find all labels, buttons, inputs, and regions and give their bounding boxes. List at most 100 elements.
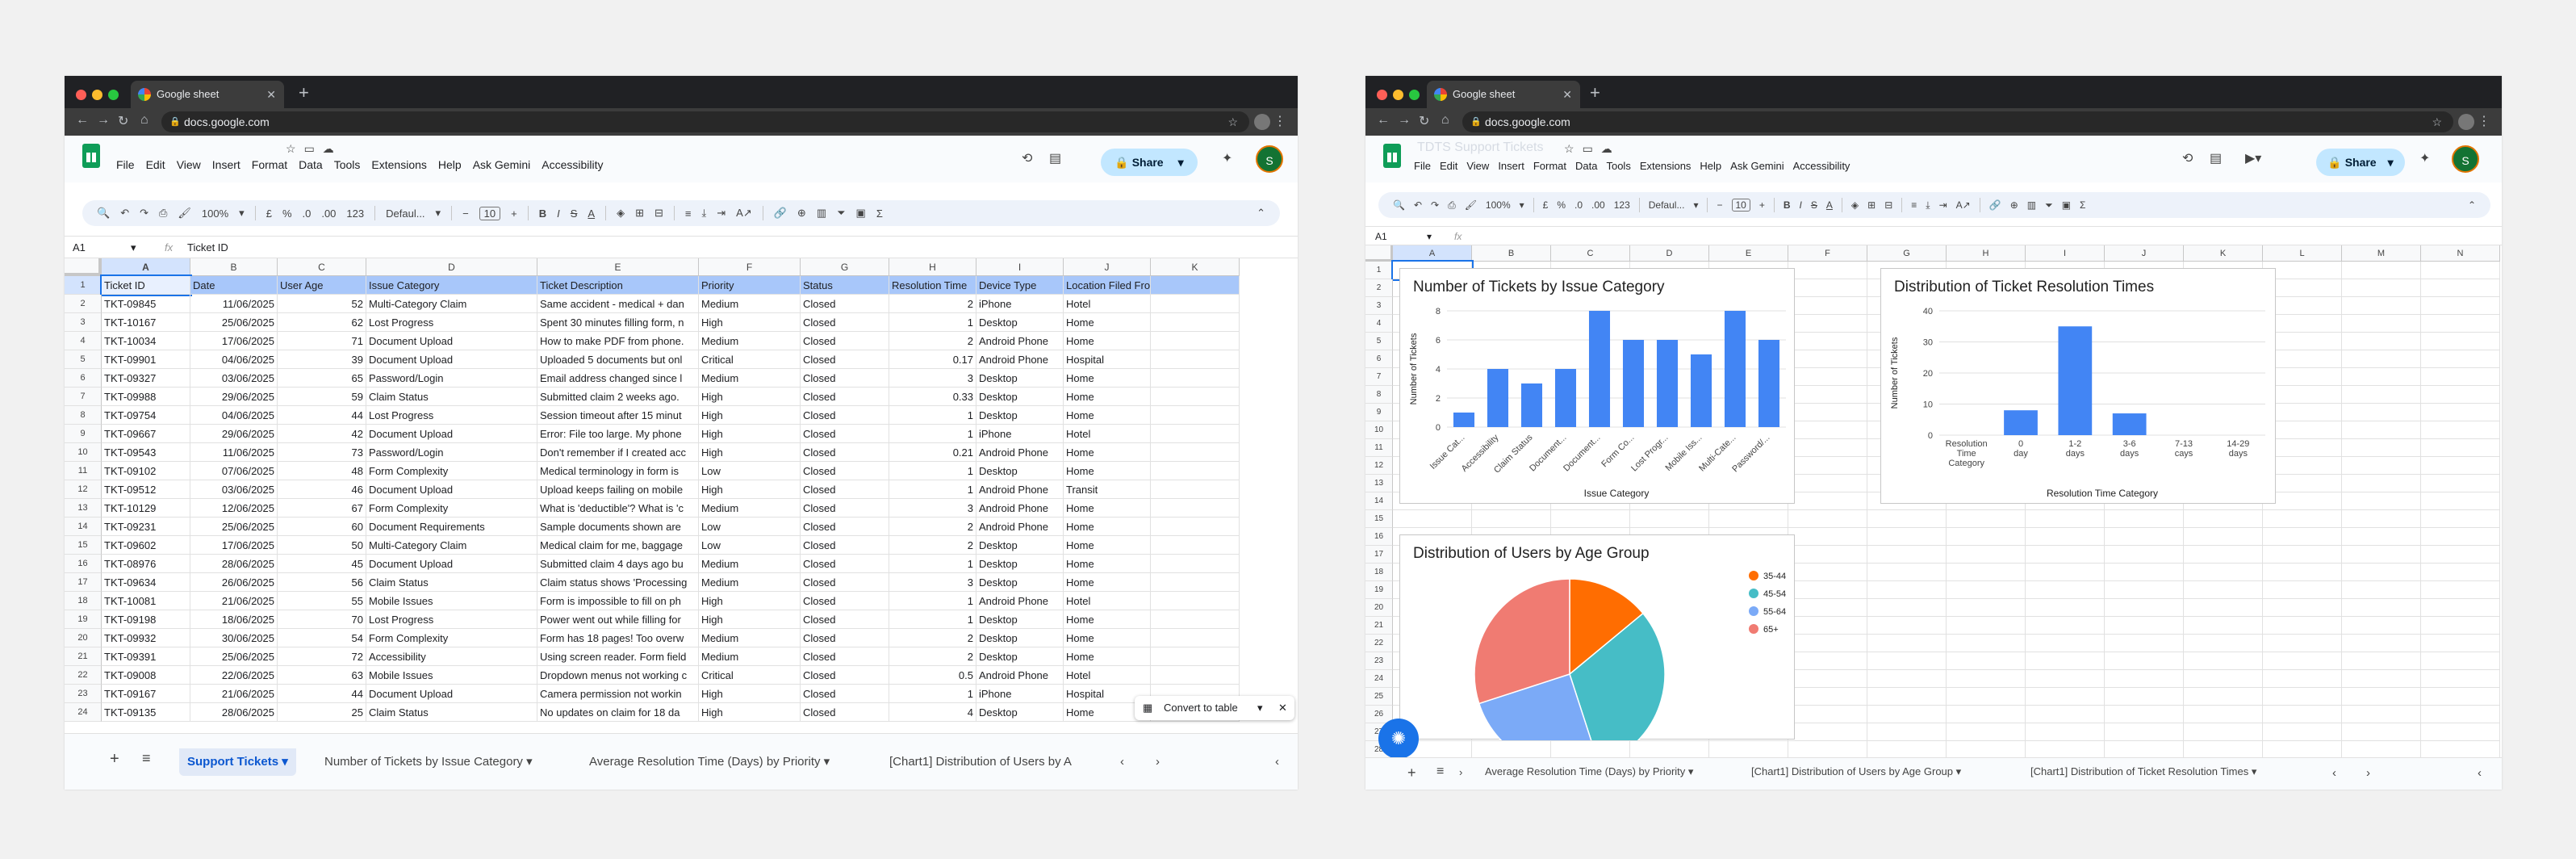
table-cell[interactable]: Document Requirements (366, 517, 537, 536)
table-cell[interactable] (1788, 635, 1867, 652)
table-cell[interactable]: Desktop (976, 536, 1064, 555)
valign-icon[interactable]: ⤓ (1926, 199, 1930, 212)
table-cell[interactable] (2026, 546, 2105, 564)
chart-users-by-age[interactable]: Distribution of Users by Age Group 35-44… (1399, 534, 1795, 740)
table-cell[interactable] (1151, 332, 1240, 350)
table-cell[interactable] (2421, 581, 2500, 599)
table-cell[interactable]: Upload keeps failing on mobile (537, 480, 699, 499)
table-cell[interactable]: Accessibility (366, 647, 537, 666)
table-cell[interactable]: 46 (278, 480, 366, 499)
table-cell[interactable] (1947, 581, 2026, 599)
table-cell[interactable]: Document Upload (366, 425, 537, 443)
name-box[interactable]: A1 (73, 237, 86, 259)
table-cell[interactable]: 1 (889, 592, 976, 610)
table-cell[interactable] (1151, 647, 1240, 666)
header-cell[interactable]: User Age (278, 276, 366, 295)
table-cell[interactable]: Form Complexity (366, 499, 537, 517)
row-header[interactable]: 8 (1365, 386, 1393, 404)
plus-icon[interactable]: + (1590, 82, 1600, 103)
table-cell[interactable]: TKT-09231 (102, 517, 190, 536)
table-cell[interactable]: Lost Progress (366, 406, 537, 425)
table-cell[interactable] (2105, 617, 2184, 635)
table-cell[interactable] (2263, 652, 2342, 670)
close-icon[interactable]: ✕ (1278, 696, 1287, 720)
table-cell[interactable] (2026, 635, 2105, 652)
table-cell[interactable]: 71 (278, 332, 366, 350)
italic-icon[interactable]: I (1800, 199, 1802, 211)
table-cell[interactable] (1867, 599, 1947, 617)
table-cell[interactable]: Home (1064, 536, 1151, 555)
table-cell[interactable]: Closed (801, 592, 889, 610)
select-all-corner[interactable] (65, 258, 102, 276)
table-cell[interactable]: Critical (699, 666, 801, 685)
gemini-icon[interactable]: ✦ (1222, 150, 1232, 166)
table-cell[interactable] (1151, 350, 1240, 369)
table-cell[interactable]: TKT-09512 (102, 480, 190, 499)
table-cell[interactable] (1151, 499, 1240, 517)
table-cell[interactable]: 3 (889, 573, 976, 592)
table-cell[interactable]: 1 (889, 555, 976, 573)
table-cell[interactable]: TKT-09008 (102, 666, 190, 685)
comment-icon[interactable]: ⊕ (797, 207, 806, 220)
table-cell[interactable] (1788, 510, 1867, 528)
minimize-window-button[interactable] (92, 90, 102, 100)
table-cell[interactable]: TKT-09327 (102, 369, 190, 388)
table-cell[interactable] (2105, 564, 2184, 581)
table-cell[interactable] (2263, 688, 2342, 706)
table-cell[interactable]: Home (1064, 573, 1151, 592)
table-cell[interactable] (2342, 421, 2421, 439)
table-cell[interactable] (1151, 313, 1240, 332)
table-cell[interactable] (2105, 652, 2184, 670)
name-box[interactable]: A1 (1375, 227, 1387, 246)
table-cell[interactable]: TKT-09543 (102, 443, 190, 462)
table-cell[interactable]: Medium (699, 555, 801, 573)
close-tab-icon[interactable]: ✕ (266, 81, 276, 108)
filter-icon[interactable]: ⏷ (837, 207, 845, 220)
percent-button[interactable]: % (1557, 199, 1566, 211)
table-cell[interactable]: TKT-09901 (102, 350, 190, 369)
table-cell[interactable] (2026, 564, 2105, 581)
bold-icon[interactable]: B (539, 207, 546, 220)
table-cell[interactable] (2342, 475, 2421, 492)
column-header-a[interactable]: A (102, 258, 190, 276)
table-cell[interactable] (1867, 723, 1947, 741)
fill-color-icon[interactable]: ◈ (617, 207, 625, 220)
add-sheet-icon[interactable]: + (1407, 765, 1416, 781)
table-cell[interactable]: TKT-09167 (102, 685, 190, 703)
table-cell[interactable] (2026, 688, 2105, 706)
table-cell[interactable]: Document Upload (366, 685, 537, 703)
row-header[interactable]: 21 (65, 647, 102, 666)
table-cell[interactable] (1867, 741, 1947, 759)
table-cell[interactable]: Home (1064, 555, 1151, 573)
close-window-button[interactable] (1377, 90, 1387, 100)
currency-button[interactable]: £ (266, 207, 272, 220)
table-cell[interactable] (2184, 706, 2263, 723)
column-header-k[interactable]: K (1151, 258, 1240, 276)
table-cell[interactable]: 29/06/2025 (190, 425, 278, 443)
row-header[interactable]: 1 (1365, 262, 1393, 279)
row-header[interactable]: 21 (1365, 617, 1393, 635)
chevron-down-icon[interactable]: ▾ (1693, 199, 1698, 211)
table-cell[interactable] (1788, 475, 1867, 492)
table-cell[interactable] (1867, 581, 1947, 599)
table-cell[interactable] (1151, 629, 1240, 647)
table-cell[interactable]: Don't remember if I created acc (537, 443, 699, 462)
table-cell[interactable] (2421, 262, 2500, 279)
font-size-increase-icon[interactable]: + (1759, 199, 1765, 211)
forward-icon[interactable]: → (97, 113, 110, 128)
table-cell[interactable] (1947, 706, 2026, 723)
font-size-increase-icon[interactable]: + (511, 207, 517, 220)
redo-icon[interactable]: ↷ (1431, 199, 1439, 211)
menu-item-insert[interactable]: Insert (212, 158, 240, 171)
table-cell[interactable] (1947, 510, 2026, 528)
table-cell[interactable]: 21/06/2025 (190, 592, 278, 610)
row-header[interactable]: 16 (1365, 528, 1393, 546)
table-cell[interactable]: 25/06/2025 (190, 313, 278, 332)
sheet-tab-distribution-resolution[interactable]: [Chart1] Distribution of Ticket Resoluti… (2022, 758, 2264, 786)
table-cell[interactable]: TKT-10167 (102, 313, 190, 332)
table-cell[interactable]: Android Phone (976, 443, 1064, 462)
table-cell[interactable]: 12/06/2025 (190, 499, 278, 517)
explore-collapse-icon[interactable]: ‹ (1275, 755, 1279, 769)
column-header-c[interactable]: C (1551, 245, 1630, 262)
row-header[interactable]: 25 (1365, 688, 1393, 706)
